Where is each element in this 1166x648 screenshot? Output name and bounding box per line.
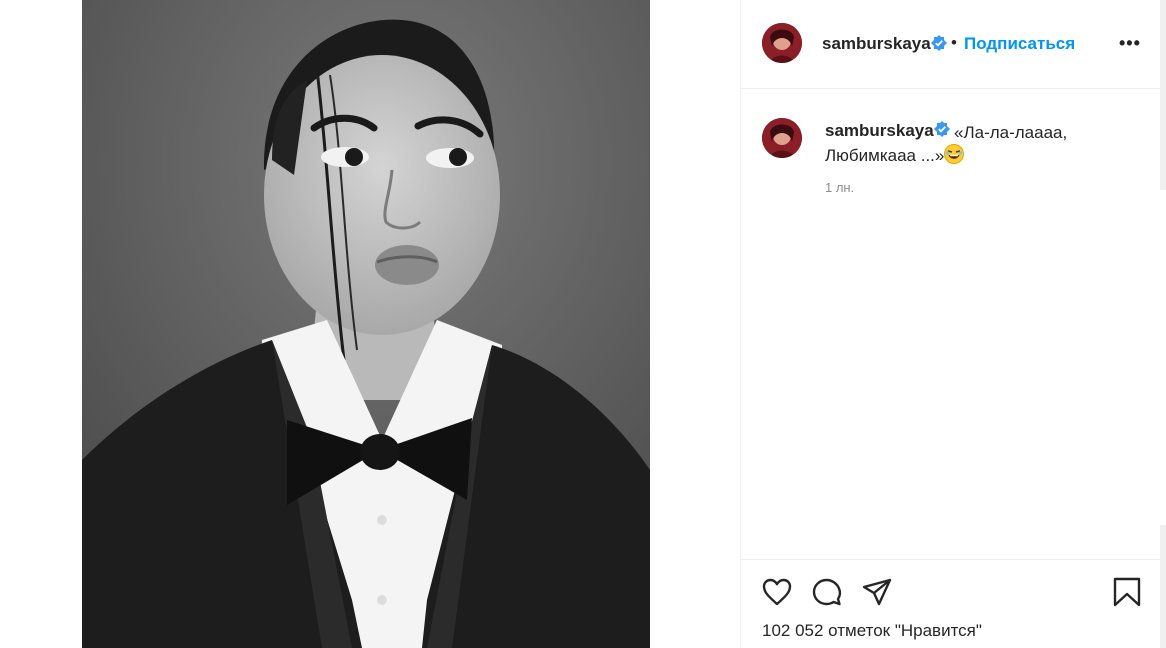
username-link[interactable]: samburskaya [822,34,931,54]
caption-text-line1: «Ла-ла-лаааа, [954,123,1068,142]
avatar[interactable] [762,23,802,63]
avatar[interactable] [762,118,802,158]
comment-username-link[interactable]: samburskaya [825,121,934,141]
share-icon[interactable] [861,576,893,608]
post-photo[interactable] [82,0,650,648]
heart-icon[interactable] [761,576,793,608]
caption-text-line2: Любимкааа ...» [825,144,965,167]
caption-text: Любимкааа ...» [825,146,945,165]
follow-button[interactable]: Подписаться [964,34,1075,54]
post-age[interactable]: 1 лн. [825,180,854,195]
separator-dot: • [951,33,957,52]
post-header: samburskaya • Подписаться ••• [741,0,1161,89]
bookmark-icon[interactable] [1111,576,1143,608]
comment-icon[interactable] [811,576,843,608]
likes-count[interactable]: 102 052 отметок "Нравится" [762,621,982,641]
laughing-emoji-icon [944,144,965,164]
post-media-area [0,0,740,648]
action-bar: 102 052 отметок "Нравится" [741,559,1161,648]
post-side-panel: samburskaya • Подписаться ••• samburskay… [740,0,1166,648]
verified-badge-icon [931,35,947,51]
verified-badge-icon [934,121,950,137]
more-icon[interactable]: ••• [1119,34,1141,52]
